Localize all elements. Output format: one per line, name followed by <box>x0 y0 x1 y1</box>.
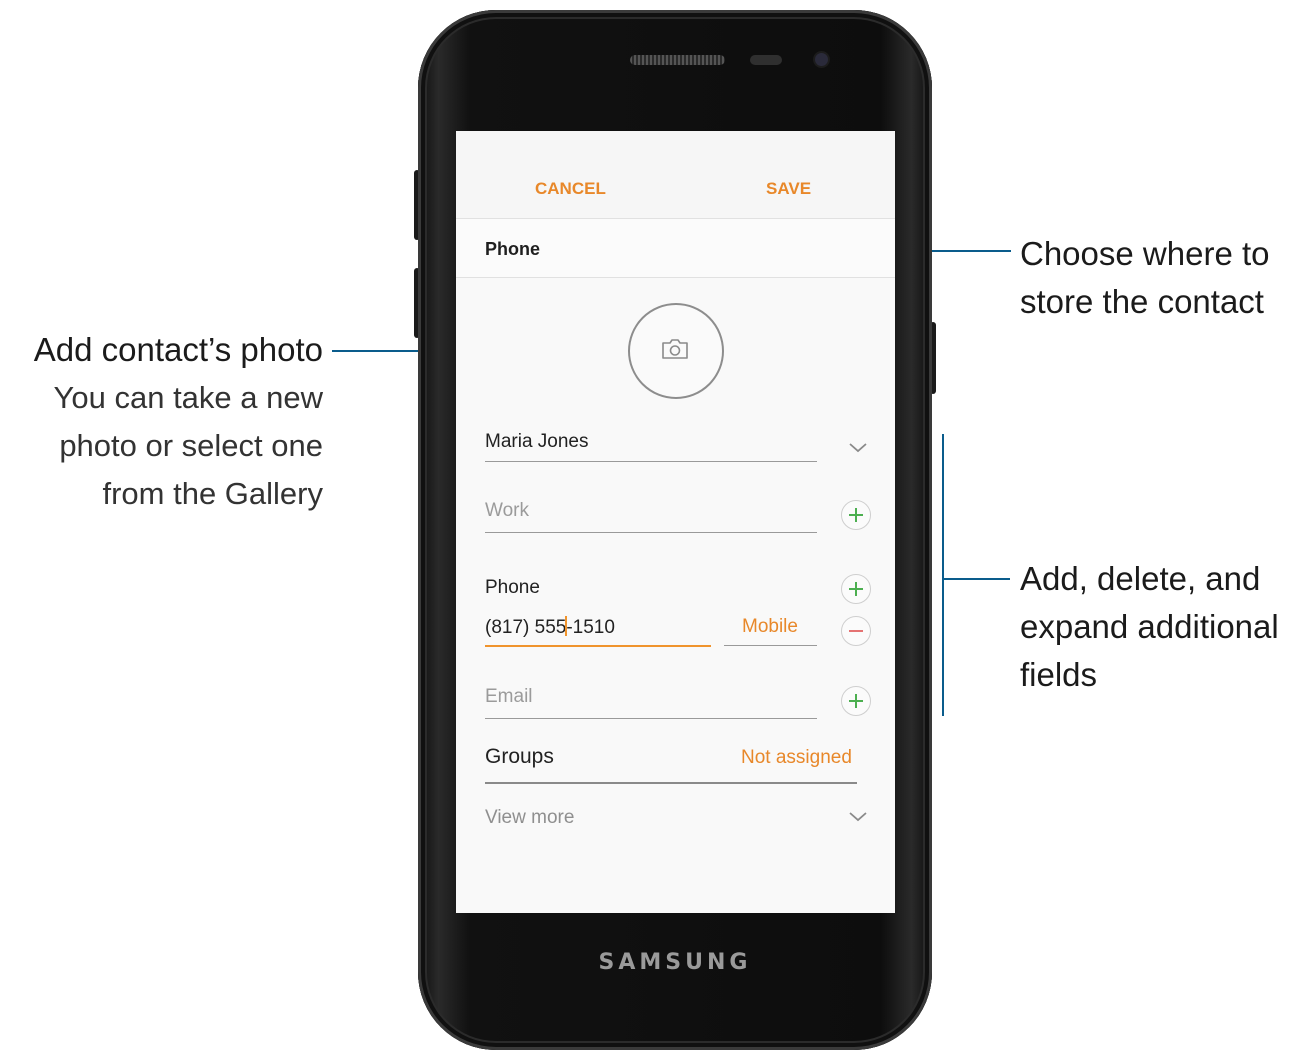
photo-callout-line-1: You can take a new <box>53 380 323 415</box>
phone-screen: CANCEL SAVE Phone Maria Jones Work Phone… <box>456 131 895 913</box>
fields-bracket-line <box>942 434 944 716</box>
storage-callout-line-1: Choose where to <box>1020 235 1270 272</box>
add-phone-button[interactable] <box>841 574 871 604</box>
proximity-sensor <box>750 55 782 65</box>
fields-callout-line-1: Add, delete, and <box>1020 560 1261 597</box>
front-camera <box>815 53 828 66</box>
photo-callout-line-3: from the Gallery <box>102 476 323 511</box>
action-bar: CANCEL SAVE <box>456 131 895 219</box>
camera-icon <box>662 339 688 359</box>
storage-callout-line-2: store the contact <box>1020 283 1264 320</box>
photo-callout-line-2: photo or select one <box>59 428 323 463</box>
groups-underline <box>485 782 857 784</box>
cancel-button[interactable]: CANCEL <box>535 179 606 199</box>
save-button[interactable]: SAVE <box>766 179 811 199</box>
add-email-button[interactable] <box>841 686 871 716</box>
brand-logo: SAMSUNG <box>598 950 752 975</box>
phone-number-underline <box>485 645 711 647</box>
fields-leader-line <box>944 578 1010 580</box>
work-field[interactable]: Work <box>485 500 529 522</box>
chevron-down-icon[interactable] <box>848 811 868 823</box>
storage-callout: Choose where to store the contact <box>1020 230 1315 326</box>
email-field[interactable]: Email <box>485 686 533 708</box>
add-work-button[interactable] <box>841 500 871 530</box>
storage-location-selector[interactable]: Phone <box>456 219 895 278</box>
phone-number-text-start: (817) 555 <box>485 617 567 638</box>
view-more-button[interactable]: View more <box>485 807 574 829</box>
add-photo-button[interactable] <box>628 303 724 399</box>
minus-icon <box>849 630 863 632</box>
fields-callout: Add, delete, and expand additional field… <box>1020 555 1315 699</box>
photo-callout: Add contact’s photo You can take a new p… <box>0 326 323 518</box>
photo-callout-title: Add contact’s photo <box>33 331 323 368</box>
email-field-underline <box>485 718 817 719</box>
remove-phone-button[interactable] <box>841 616 871 646</box>
groups-value[interactable]: Not assigned <box>741 747 852 769</box>
phone-type-selector[interactable]: Mobile <box>742 616 798 638</box>
fields-callout-line-3: fields <box>1020 656 1098 693</box>
groups-label: Groups <box>485 745 554 768</box>
fields-callout-line-2: expand additional <box>1020 608 1279 645</box>
storage-location-label: Phone <box>485 239 541 259</box>
name-field[interactable]: Maria Jones <box>485 431 589 453</box>
plus-icon <box>849 694 863 708</box>
phone-type-underline <box>724 645 817 646</box>
earpiece-speaker <box>630 55 725 65</box>
phone-section-label: Phone <box>485 577 540 598</box>
phone-number-text-end: -1510 <box>566 617 615 638</box>
phone-number-field[interactable]: (817) 555-1510 <box>485 616 615 639</box>
plus-icon <box>849 508 863 522</box>
chevron-down-icon[interactable] <box>848 442 868 454</box>
name-field-underline <box>485 461 817 462</box>
plus-icon <box>849 582 863 596</box>
work-field-underline <box>485 532 817 533</box>
